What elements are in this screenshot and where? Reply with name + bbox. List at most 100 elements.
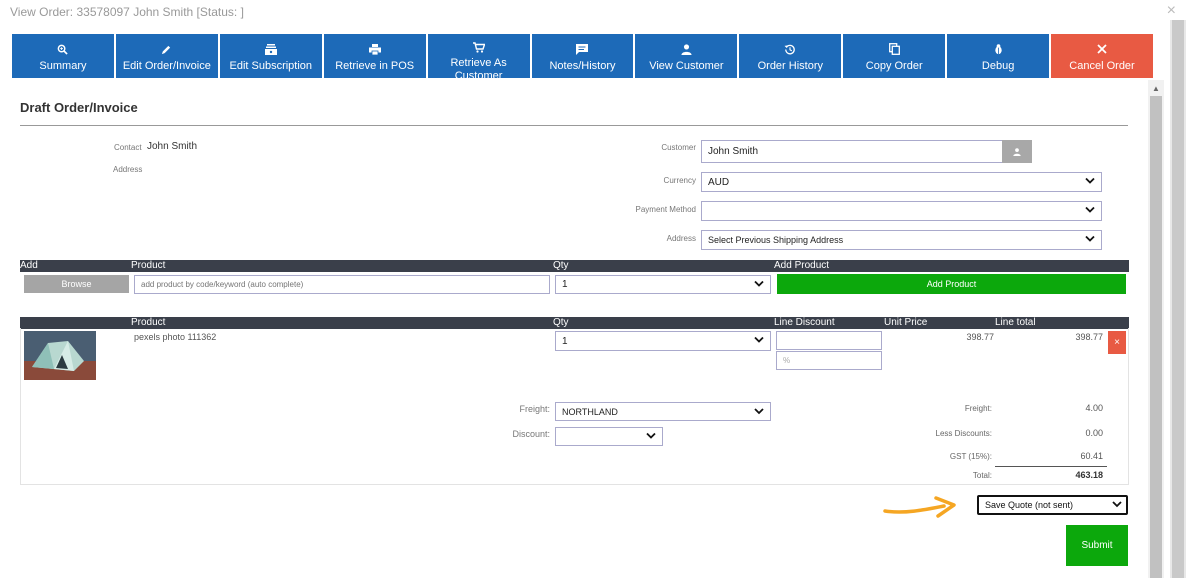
inner-scrollbar[interactable]: ▲ <box>1148 80 1164 578</box>
summary-gst-label: GST (15%): <box>949 452 992 461</box>
order-history-button[interactable]: Order History <box>739 34 842 78</box>
cancel-order-button[interactable]: Cancel Order <box>1051 34 1153 78</box>
chevron-down-icon <box>1085 235 1095 246</box>
cancel-order-label: Cancel Order <box>1069 60 1135 72</box>
currency-select[interactable]: AUD <box>701 172 1102 192</box>
subscription-icon <box>264 42 278 56</box>
browse-button[interactable]: Browse <box>24 275 129 293</box>
cart-icon <box>472 42 486 53</box>
title-divider <box>20 125 1128 126</box>
discount-percent-placeholder: % <box>783 356 791 365</box>
bug-icon <box>991 42 1005 56</box>
product-column-header: Product <box>131 260 166 271</box>
summary-total-value: 463.18 <box>1075 470 1103 480</box>
notes-history-button[interactable]: Notes/History <box>531 34 634 78</box>
scroll-up-icon[interactable]: ▲ <box>1152 84 1160 93</box>
chevron-down-icon <box>1085 177 1095 188</box>
freight-select-value: NORTHLAND <box>562 406 618 417</box>
line-total-value: 398.77 <box>1075 332 1103 342</box>
close-icon <box>1095 42 1109 56</box>
contact-value: John Smith <box>147 141 198 152</box>
retrieve-pos-button[interactable]: Retrieve in POS <box>323 34 426 78</box>
chevron-down-icon <box>1112 500 1122 510</box>
action-toolbar: Summary Edit Order/Invoice Edit Subscrip… <box>12 34 1153 78</box>
summary-discounts-value: 0.00 <box>1085 428 1103 438</box>
product-search-input[interactable] <box>134 275 550 294</box>
summary-freight-label: Freight: <box>964 404 992 413</box>
contact-label: Contact <box>114 143 142 152</box>
debug-label: Debug <box>981 60 1015 72</box>
discount-select[interactable] <box>555 427 663 446</box>
chat-icon <box>575 42 589 56</box>
currency-label: Currency <box>663 176 696 185</box>
person-icon <box>679 42 693 56</box>
summary-total-label: Total: <box>972 471 992 480</box>
line-qty-value: 1 <box>562 335 568 347</box>
printer-icon <box>368 42 382 56</box>
currency-select-value: AUD <box>708 176 730 188</box>
select-customer-button[interactable] <box>1002 140 1032 163</box>
line-qty-select[interactable]: 1 <box>555 331 771 351</box>
order-status-select[interactable]: Save Quote (not sent) <box>977 495 1128 515</box>
customer-field[interactable]: John Smith <box>701 140 1003 163</box>
summary-button[interactable]: Summary <box>12 34 114 78</box>
edit-order-button[interactable]: Edit Order/Invoice <box>115 34 218 78</box>
shipping-address-value: Select Previous Shipping Address <box>708 235 844 245</box>
close-icon[interactable]: × <box>1167 2 1176 20</box>
discount-select-label: Discount: <box>512 429 550 439</box>
line-product-name: pexels photo 111362 <box>134 332 217 342</box>
freight-select-label: Freight: <box>519 404 550 414</box>
close-icon: × <box>1114 337 1120 348</box>
summary-gst-value: 60.41 <box>1080 451 1103 461</box>
order-status-value: Save Quote (not sent) <box>985 500 1074 510</box>
zoom-icon <box>56 42 70 56</box>
add-product-button[interactable]: Add Product <box>777 274 1126 294</box>
product-thumbnail <box>24 331 96 380</box>
payment-method-select[interactable] <box>701 201 1102 221</box>
person-icon <box>1013 143 1021 161</box>
window-title: View Order: 33578097 John Smith [Status:… <box>10 5 244 19</box>
history-icon <box>783 42 797 56</box>
line-discount-percent-input[interactable]: % <box>776 351 882 370</box>
debug-button[interactable]: Debug <box>947 34 1050 78</box>
copy-order-button[interactable]: Copy Order <box>843 34 946 78</box>
summary-divider <box>995 466 1107 467</box>
summary-discounts-label: Less Discounts: <box>935 429 992 438</box>
shipping-address-select[interactable]: Select Previous Shipping Address <box>701 230 1102 250</box>
copy-icon <box>887 42 901 56</box>
add-product-column-header: Add Product <box>774 260 830 271</box>
payment-method-label: Payment Method <box>635 205 696 214</box>
line-unit-price: 398.77 <box>966 332 994 342</box>
outer-scrollbar[interactable] <box>1170 20 1186 578</box>
chevron-down-icon <box>754 336 764 347</box>
customer-label: Customer <box>661 143 696 152</box>
page-title: Draft Order/Invoice <box>20 100 138 115</box>
line-discount-input[interactable] <box>776 331 882 350</box>
retrieve-as-customer-button[interactable]: Retrieve As Customer <box>427 34 530 78</box>
orange-arrow-icon <box>882 494 962 522</box>
freight-select[interactable]: NORTHLAND <box>555 402 771 421</box>
summary-label: Summary <box>39 60 87 72</box>
view-customer-button[interactable]: View Customer <box>635 34 738 78</box>
add-product-header: Add Product Qty Add Product <box>20 260 1129 272</box>
customer-field-value: John Smith <box>708 146 759 157</box>
outer-scrollbar-thumb[interactable] <box>1172 20 1184 578</box>
chevron-down-icon <box>1085 206 1095 217</box>
shipping-address-label: Address <box>666 234 696 243</box>
chevron-down-icon <box>754 407 764 417</box>
retrieve-pos-label: Retrieve in POS <box>335 60 415 72</box>
submit-button[interactable]: Submit <box>1066 525 1128 566</box>
edit-subscription-button[interactable]: Edit Subscription <box>219 34 322 78</box>
qty-column-header: Qty <box>553 260 569 271</box>
order-history-label: Order History <box>757 60 823 72</box>
chevron-down-icon <box>754 279 764 290</box>
remove-line-button[interactable]: × <box>1108 331 1126 354</box>
edit-subscription-label: Edit Subscription <box>229 60 313 72</box>
copy-order-label: Copy Order <box>865 60 923 72</box>
add-qty-value: 1 <box>562 279 568 290</box>
summary-freight-value: 4.00 <box>1085 403 1103 413</box>
view-customer-label: View Customer <box>649 60 724 72</box>
notes-history-label: Notes/History <box>549 60 616 72</box>
add-qty-select[interactable]: 1 <box>555 275 771 294</box>
scrollbar-thumb[interactable] <box>1150 96 1162 578</box>
